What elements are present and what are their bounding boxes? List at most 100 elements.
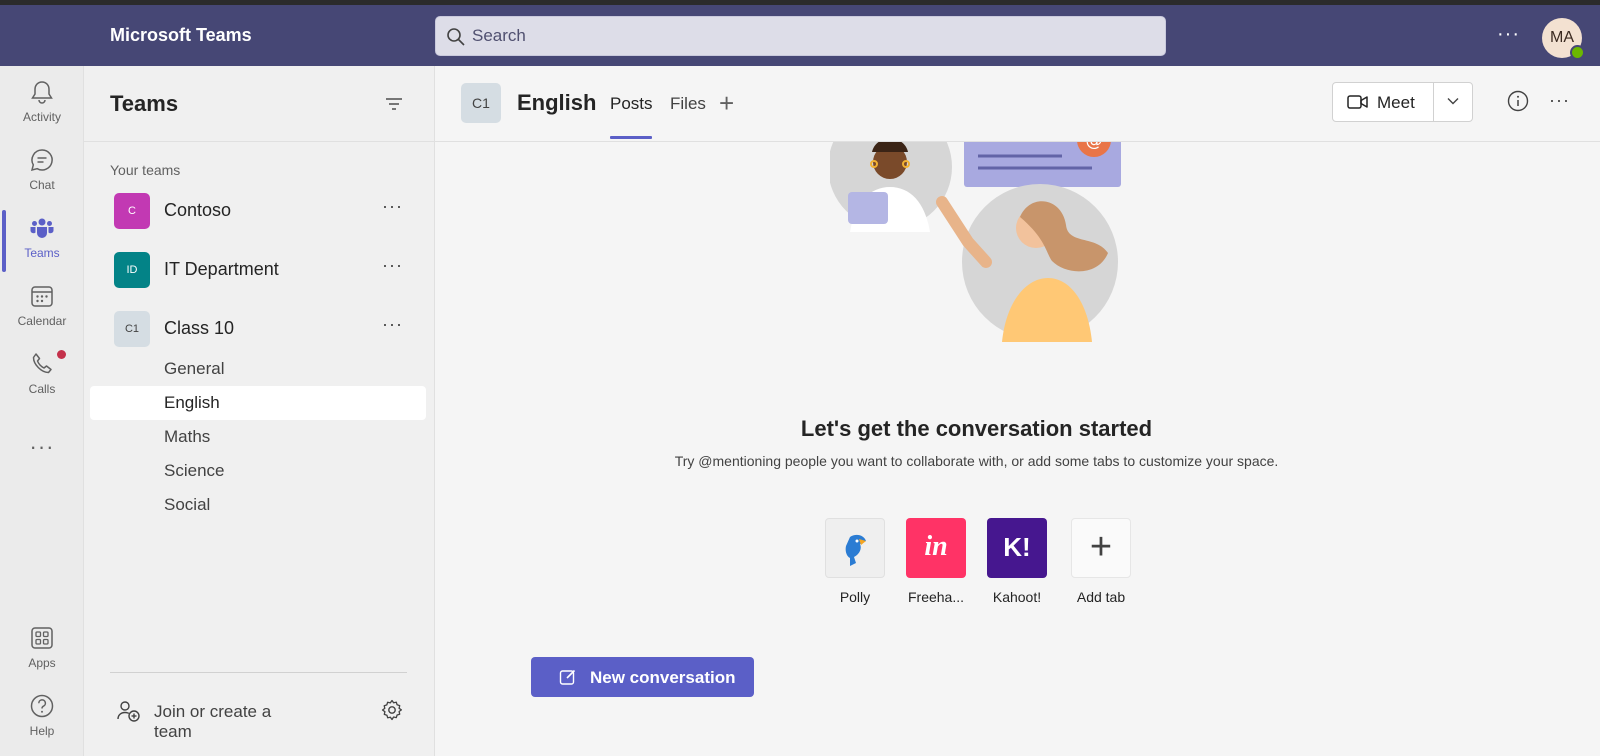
avatar[interactable]: MA xyxy=(1542,18,1585,60)
channel-item-general[interactable]: General xyxy=(84,352,435,386)
chat-icon xyxy=(30,149,53,172)
channel-title: English xyxy=(517,90,597,115)
rail-label: Calendar xyxy=(17,314,67,328)
calendar-icon xyxy=(31,286,53,307)
channel-item-maths[interactable]: Maths xyxy=(84,420,435,454)
team-name: Contoso xyxy=(164,200,232,220)
app-tile-freehand[interactable]: in Freeha... xyxy=(906,518,966,605)
app-title: Microsoft Teams xyxy=(110,25,252,45)
panel-header: Teams xyxy=(84,66,435,142)
team-row-class-10[interactable]: C1 Class 10 ··· xyxy=(84,302,435,354)
notification-badge xyxy=(57,350,66,359)
rail-item-activity[interactable]: Activity xyxy=(0,68,84,138)
team-avatar: C1 xyxy=(114,311,150,347)
empty-state-subline: Try @mentioning people you want to colla… xyxy=(674,453,1279,469)
filter-icon[interactable] xyxy=(384,94,404,114)
rail-label: Calls xyxy=(28,382,56,396)
rail-item-calls[interactable]: Calls xyxy=(0,340,84,410)
rail-label: Help xyxy=(29,724,55,738)
team-more-icon[interactable]: ··· xyxy=(382,255,403,276)
app-rail: Activity Chat Teams Calendar Calls ··· A… xyxy=(0,66,84,756)
team-more-icon[interactable]: ··· xyxy=(382,196,403,217)
team-avatar: ID xyxy=(114,252,150,288)
team-name: IT Department xyxy=(164,259,279,279)
bell-icon xyxy=(31,81,53,104)
add-people-icon xyxy=(117,701,140,722)
new-conversation-button[interactable]: New conversation xyxy=(531,657,754,697)
channel-item-social[interactable]: Social xyxy=(84,488,435,522)
conversation-illustration: @ xyxy=(830,142,1121,342)
team-row-contoso[interactable]: C Contoso ··· xyxy=(84,184,435,236)
channel-more-icon[interactable]: ··· xyxy=(1549,90,1570,111)
compose-icon xyxy=(559,669,576,685)
panel-title: Teams xyxy=(110,91,179,116)
divider xyxy=(110,672,407,673)
svg-text:@: @ xyxy=(1086,142,1103,151)
help-icon xyxy=(30,694,54,718)
apps-icon xyxy=(31,627,53,649)
team-more-icon[interactable]: ··· xyxy=(382,314,403,335)
posts-area: @ Let's get the conversation started Try… xyxy=(435,142,1600,756)
empty-state-headline: Let's get the conversation started xyxy=(800,416,1153,441)
app-tile-label: Add tab xyxy=(1076,589,1126,605)
section-label: Your teams xyxy=(110,162,181,178)
rail-label: Teams xyxy=(24,246,60,260)
channel-label: Social xyxy=(164,495,211,514)
info-icon[interactable] xyxy=(1507,90,1529,112)
app-tile-kahoot[interactable]: K! Kahoot! xyxy=(987,518,1047,605)
channel-header: C1 English Posts Files + Meet ··· xyxy=(435,66,1600,142)
new-conversation-label: New conversation xyxy=(590,668,736,687)
rail-label: Chat xyxy=(29,178,55,192)
rail-item-chat[interactable]: Chat xyxy=(0,136,84,206)
invision-freehand-icon: in xyxy=(906,518,966,578)
active-tab-indicator xyxy=(610,136,652,139)
app-tile-polly[interactable]: Polly xyxy=(825,518,885,605)
teams-panel: Teams Your teams C Contoso ··· ID IT Dep… xyxy=(84,66,435,756)
app-tile-label: Freeha... xyxy=(907,589,965,605)
avatar-initials: MA xyxy=(1550,29,1574,46)
more-options-icon[interactable]: ··· xyxy=(1497,23,1520,46)
channel-item-science[interactable]: Science xyxy=(84,454,435,488)
rail-item-help[interactable]: Help xyxy=(0,682,84,752)
tab-files[interactable]: Files xyxy=(670,94,706,114)
plus-icon: + xyxy=(1071,518,1131,578)
search-input[interactable] xyxy=(472,17,1152,55)
channel-label: English xyxy=(164,393,220,412)
channel-label: Science xyxy=(164,461,225,480)
team-row-it-department[interactable]: ID IT Department ··· xyxy=(84,243,435,295)
rail-item-calendar[interactable]: Calendar xyxy=(0,272,84,342)
join-create-team-button[interactable]: Join or create a team xyxy=(110,696,310,741)
presence-available-icon xyxy=(1570,45,1585,60)
tab-posts[interactable]: Posts xyxy=(610,94,653,114)
rail-label: Apps xyxy=(28,656,56,670)
title-bar: Microsoft Teams ··· MA xyxy=(0,5,1600,66)
add-tab-icon[interactable]: + xyxy=(719,88,734,119)
channel-label: General xyxy=(164,359,225,378)
join-label: Join or create a team xyxy=(154,702,272,741)
team-name: Class 10 xyxy=(164,318,235,338)
channel-item-english[interactable]: English xyxy=(90,386,426,420)
channel-label: Maths xyxy=(164,427,211,446)
polly-icon xyxy=(825,518,885,578)
kahoot-icon: K! xyxy=(987,518,1047,578)
video-camera-icon xyxy=(1347,95,1368,109)
team-avatar: C xyxy=(114,193,150,229)
rail-label: Activity xyxy=(22,110,61,124)
meet-options-button[interactable] xyxy=(1434,83,1472,121)
phone-icon xyxy=(32,353,52,374)
gear-icon[interactable] xyxy=(380,698,404,722)
app-tile-label: Kahoot! xyxy=(992,589,1042,605)
rail-item-apps[interactable]: Apps xyxy=(0,614,84,684)
search-box[interactable] xyxy=(435,16,1166,56)
channel-team-avatar: C1 xyxy=(461,83,501,123)
meet-label: Meet xyxy=(1377,93,1415,112)
search-icon xyxy=(447,28,465,46)
meet-button-group: Meet xyxy=(1332,82,1473,122)
chevron-down-icon xyxy=(1447,98,1459,105)
rail-item-teams[interactable]: Teams xyxy=(0,204,84,274)
app-tile-label: Polly xyxy=(839,589,871,605)
more-apps-icon[interactable]: ··· xyxy=(0,434,84,460)
teams-icon xyxy=(30,218,54,238)
app-tile-add-tab[interactable]: + Add tab xyxy=(1071,518,1131,605)
meet-button[interactable]: Meet xyxy=(1333,83,1434,121)
